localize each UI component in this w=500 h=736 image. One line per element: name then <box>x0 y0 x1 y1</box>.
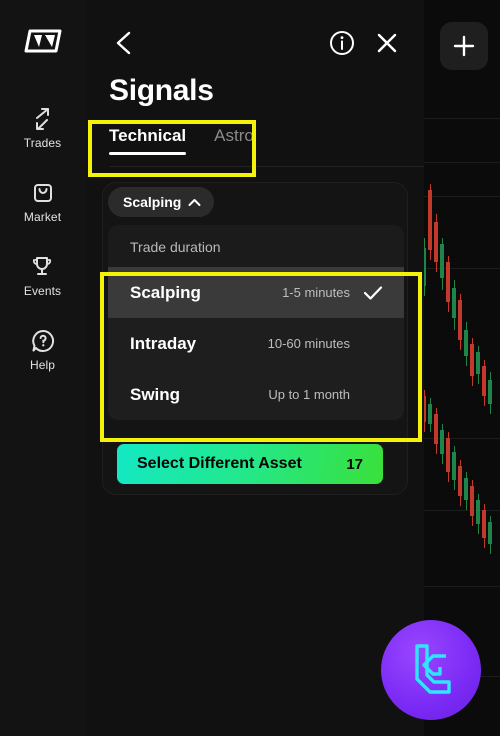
candle-body <box>470 486 474 516</box>
tab-divider <box>109 166 424 167</box>
candle-body <box>482 366 486 396</box>
parallelogram-logo-icon <box>24 29 61 53</box>
add-panel-button[interactable] <box>440 22 488 70</box>
chart-gridline <box>420 162 500 163</box>
lc-monogram-logo <box>415 644 451 694</box>
candle-body <box>488 380 492 404</box>
dropdown-option-scalping[interactable]: Scalping 1-5 minutes <box>108 267 404 318</box>
sidebar-item-trades[interactable]: Trades <box>24 104 62 150</box>
signals-content-card: Scalping Trade duration Scalping 1-5 min… <box>102 182 408 495</box>
candle-body <box>440 244 444 278</box>
back-button[interactable] <box>110 28 140 58</box>
candle-body <box>464 330 468 356</box>
candle-body <box>434 414 438 444</box>
info-button[interactable] <box>328 29 356 57</box>
chip-label: Scalping <box>123 194 182 210</box>
info-circle-icon <box>330 31 354 55</box>
chevron-up-icon <box>188 198 201 206</box>
trade-duration-chip[interactable]: Scalping <box>108 187 215 217</box>
chart-gridline <box>420 118 500 119</box>
checkmark-icon <box>362 285 384 301</box>
chart-gridline <box>420 196 500 197</box>
watermark-logo <box>381 620 481 720</box>
sidebar-item-help[interactable]: Help <box>28 326 58 372</box>
candle-body <box>446 262 450 302</box>
signals-panel: Signals Technical Astro Scalping Trade d… <box>85 0 424 736</box>
question-bubble-icon <box>31 329 54 352</box>
chart-gridline <box>420 438 500 439</box>
sidebar-item-events[interactable]: Events <box>24 252 61 298</box>
candle-body <box>470 344 474 376</box>
chevron-left-icon <box>116 31 131 55</box>
exchange-arrows-icon <box>36 108 50 130</box>
close-button[interactable] <box>373 29 401 57</box>
plus-icon <box>453 35 475 57</box>
tab-astro[interactable]: Astro <box>214 126 254 155</box>
sidebar-item-label: Help <box>29 358 56 372</box>
candle-body <box>440 430 444 454</box>
candle-body <box>482 510 486 538</box>
sidebar-item-label: Market <box>23 210 62 224</box>
trophy-icon <box>33 257 52 275</box>
dropdown-option-intraday[interactable]: Intraday 10-60 minutes <box>108 318 404 369</box>
tab-technical[interactable]: Technical <box>109 126 187 155</box>
sidebar-item-label: Trades <box>23 136 62 150</box>
sidebar-item-label: Events <box>23 284 62 298</box>
candle-body <box>428 404 432 424</box>
cta-count-badge: 17 <box>346 455 363 473</box>
candle-body <box>446 438 450 472</box>
option-name: Intraday <box>130 333 197 353</box>
dropdown-option-swing[interactable]: Swing Up to 1 month <box>108 369 404 420</box>
candle-body <box>452 288 456 318</box>
chart-gridline <box>420 510 500 511</box>
dropdown-section-label: Trade duration <box>130 239 221 255</box>
chart-gridline <box>420 268 500 269</box>
candle-body <box>476 352 480 374</box>
tab-bar: Technical Astro <box>109 126 254 155</box>
candle-body <box>428 190 432 250</box>
left-sidebar: Trades Market Events Help <box>0 0 85 736</box>
page-title: Signals <box>109 74 214 107</box>
cta-label: Select Different Asset <box>137 455 302 472</box>
trade-duration-dropdown: Trade duration Scalping 1-5 minutes Intr… <box>108 225 404 420</box>
option-name: Scalping <box>130 282 201 302</box>
select-different-asset-button[interactable]: Select Different Asset 17 <box>117 444 383 484</box>
brand-logo[interactable] <box>0 28 85 54</box>
candle-body <box>488 522 492 544</box>
sidebar-item-market[interactable]: Market <box>24 178 61 224</box>
chart-gridline <box>420 586 500 587</box>
option-meta: Up to 1 month <box>268 387 350 402</box>
candle-body <box>476 500 480 524</box>
option-name: Swing <box>130 384 181 404</box>
candle-body <box>434 222 438 262</box>
candle-body <box>458 300 462 340</box>
candle-body <box>464 478 468 500</box>
candle-body <box>458 466 462 496</box>
shopping-bag-icon <box>33 184 52 202</box>
candle-body <box>452 452 456 480</box>
option-meta: 10-60 minutes <box>267 336 350 351</box>
option-meta: 1-5 minutes <box>282 285 350 300</box>
panel-header: Signals Technical Astro <box>85 0 424 167</box>
close-x-icon <box>377 33 397 53</box>
